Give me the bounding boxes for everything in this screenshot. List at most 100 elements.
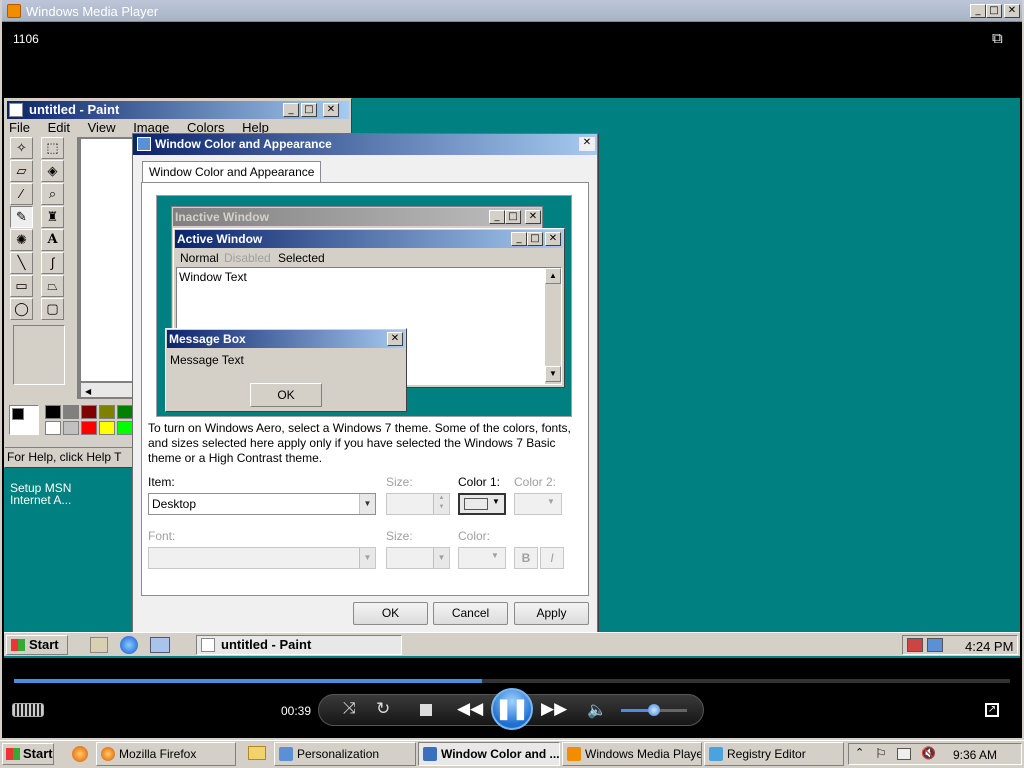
- tool-options[interactable]: [13, 325, 65, 385]
- paint-close-button[interactable]: ✕: [323, 103, 339, 117]
- swatch-maroon[interactable]: [81, 405, 97, 419]
- swatch-silver[interactable]: [63, 421, 79, 435]
- fill-tool[interactable]: ◈: [41, 160, 64, 182]
- swatch-green[interactable]: [117, 405, 133, 419]
- font-size-combo[interactable]: ▼: [386, 547, 450, 569]
- swatch-gray[interactable]: [63, 405, 79, 419]
- task-window-color[interactable]: Window Color and ...: [418, 742, 560, 766]
- repeat-icon[interactable]: ↻: [376, 699, 390, 719]
- task-registry-editor[interactable]: Registry Editor: [704, 742, 844, 766]
- quick-launch-ie-icon[interactable]: [120, 636, 138, 654]
- desktop-icon-label-ie[interactable]: Internet A...: [10, 493, 71, 507]
- cancel-button[interactable]: Cancel: [433, 602, 508, 625]
- next-icon[interactable]: ▶▶: [541, 699, 567, 719]
- dialog-title: Window Color and Appearance: [155, 137, 332, 151]
- line-tool[interactable]: ╲: [10, 252, 33, 274]
- task-personalization[interactable]: Personalization: [274, 742, 416, 766]
- quick-launch-network-icon[interactable]: [150, 637, 170, 653]
- swatch-white[interactable]: [45, 421, 61, 435]
- tray-monitor-icon[interactable]: [927, 638, 943, 652]
- volume-slider[interactable]: [621, 704, 687, 716]
- dialog-close-button[interactable]: ✕: [579, 137, 595, 151]
- color-palette: [9, 405, 149, 439]
- bold-button[interactable]: B: [514, 547, 538, 569]
- free-select-tool[interactable]: ✧: [10, 137, 33, 159]
- apply-button[interactable]: Apply: [514, 602, 589, 625]
- text-tool[interactable]: A: [41, 229, 64, 251]
- swatch-lime[interactable]: [117, 421, 133, 435]
- menu-file[interactable]: File: [9, 120, 30, 135]
- fullscreen-icon[interactable]: ↗: [985, 703, 999, 717]
- font-color-button[interactable]: ▼: [458, 547, 506, 569]
- inner-start-button[interactable]: Start: [6, 635, 68, 655]
- preview-inactive-title: Inactive Window: [175, 210, 269, 224]
- italic-button[interactable]: I: [540, 547, 564, 569]
- volume-icon[interactable]: 🔈: [587, 700, 607, 720]
- ok-button[interactable]: OK: [353, 602, 428, 625]
- swatch-red[interactable]: [81, 421, 97, 435]
- close-button[interactable]: ✕: [1004, 4, 1020, 18]
- polygon-tool[interactable]: ⏢: [41, 275, 64, 297]
- swatch-olive[interactable]: [99, 405, 115, 419]
- previous-icon[interactable]: ◀◀: [457, 699, 483, 719]
- task-firefox[interactable]: Mozilla Firefox: [96, 742, 236, 766]
- tray-flag-icon[interactable]: ⚐: [875, 746, 887, 762]
- task-media-player[interactable]: Windows Media Player: [562, 742, 702, 766]
- pencil-tool[interactable]: ✎: [10, 206, 33, 228]
- paint-task-icon: [201, 638, 215, 652]
- size-label: Size:: [386, 475, 413, 489]
- tray-network-host-icon[interactable]: [897, 748, 911, 760]
- preview-message-box: Message Box ✕ Message Text OK: [165, 328, 407, 412]
- start-button[interactable]: Start: [2, 743, 54, 765]
- color-picker-tool[interactable]: ⁄: [10, 183, 33, 205]
- switch-layout-icon[interactable]: ⧉: [992, 30, 1003, 47]
- inner-system-tray: 4:24 PM: [902, 635, 1018, 655]
- swatch-yellow[interactable]: [99, 421, 115, 435]
- wmp-counter: 1106: [13, 32, 39, 46]
- minimize-button[interactable]: _: [970, 4, 986, 18]
- rounded-rect-tool[interactable]: ▢: [41, 298, 64, 320]
- seek-bar[interactable]: [14, 679, 1010, 683]
- eraser-tool[interactable]: ▱: [10, 160, 33, 182]
- wmp-title-bar[interactable]: Windows Media Player _ □ ✕: [2, 0, 1022, 22]
- dialog-title-bar[interactable]: Window Color and Appearance ✕: [133, 134, 597, 155]
- item-combo[interactable]: Desktop ▼: [148, 493, 376, 515]
- volume-slider-thumb[interactable]: [648, 704, 660, 716]
- brush-tool[interactable]: ♜: [41, 206, 64, 228]
- tab-window-color[interactable]: Window Color and Appearance: [142, 161, 322, 183]
- tray-speaker-muted-icon[interactable]: 🔇: [921, 746, 936, 760]
- clock: 9:36 AM: [953, 748, 998, 762]
- paint-title-bar[interactable]: untitled - Paint _ □ ✕: [7, 101, 349, 119]
- airbrush-tool[interactable]: ✺: [10, 229, 33, 251]
- curve-tool[interactable]: ∫: [41, 252, 64, 274]
- paint-minimize-button[interactable]: _: [283, 103, 299, 117]
- color1-button[interactable]: ▼: [458, 493, 506, 515]
- visualization-icon[interactable]: [12, 703, 44, 717]
- quick-launch-desktop-icon[interactable]: [90, 637, 108, 653]
- pause-button[interactable]: ❚❚: [491, 688, 533, 730]
- color2-button[interactable]: ▼: [514, 493, 562, 515]
- menu-edit[interactable]: Edit: [48, 120, 70, 135]
- swatch-black[interactable]: [45, 405, 61, 419]
- ellipse-tool[interactable]: ◯: [10, 298, 33, 320]
- magnifier-tool[interactable]: ⌕: [41, 183, 64, 205]
- size-spinner[interactable]: ▲ ▼: [386, 493, 450, 515]
- tray-chevron-up-icon[interactable]: ⌃: [855, 746, 864, 759]
- transport-bar: ⤨ ↻ ◀◀ ❚❚ ▶▶ 🔈: [318, 688, 704, 730]
- stop-icon[interactable]: [420, 704, 432, 716]
- inner-task-paint[interactable]: untitled - Paint: [196, 635, 402, 655]
- maximize-button[interactable]: □: [986, 4, 1002, 18]
- tray-network-icon[interactable]: [907, 638, 923, 652]
- quick-launch-firefox-icon[interactable]: [72, 746, 88, 762]
- personalization-icon: [279, 747, 293, 761]
- tab-panel: Inactive Window _ □ ✕ Active Window _ □ …: [141, 182, 589, 596]
- font-combo[interactable]: ▼: [148, 547, 376, 569]
- folder-icon[interactable]: [248, 746, 266, 760]
- paint-maximize-button[interactable]: □: [301, 103, 317, 117]
- video-area: untitled - Paint _ □ ✕ File Edit View Im…: [4, 98, 1020, 658]
- menu-view[interactable]: View: [88, 120, 116, 135]
- preview-menu-normal: Normal: [180, 251, 219, 265]
- rect-select-tool[interactable]: ⬚: [41, 137, 64, 159]
- shuffle-icon[interactable]: ⤨: [343, 700, 356, 718]
- rectangle-tool[interactable]: ▭: [10, 275, 33, 297]
